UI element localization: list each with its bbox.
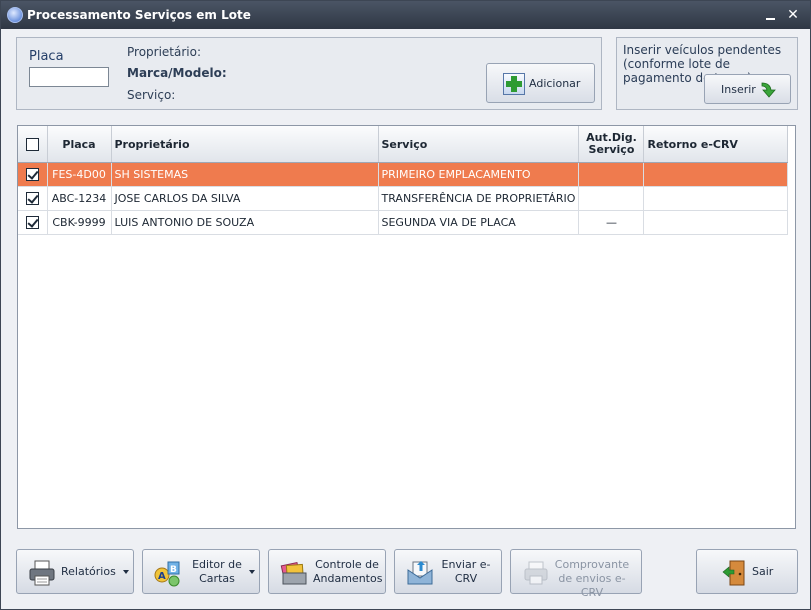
sair-label: Sair <box>752 565 774 578</box>
editor-cartas-dropdown-icon[interactable] <box>249 570 255 574</box>
adicionar-label: Adicionar <box>529 77 581 90</box>
editor-cartas-label: Editor de Cartas <box>192 558 242 585</box>
relatorios-label: Relatórios <box>61 565 116 578</box>
controle-andamentos-label: Controle de Andamentos <box>313 558 383 585</box>
row-check-cell[interactable] <box>18 186 48 211</box>
comprovante-envios-button[interactable]: Comprovante de envios e-CRV <box>510 549 642 599</box>
cell-placa: CBK-9999 <box>47 210 112 235</box>
select-all-checkbox[interactable] <box>25 137 39 151</box>
sair-button[interactable]: Sair <box>696 549 798 594</box>
header-retorno-ecrv[interactable]: Retorno e-CRV <box>643 126 789 163</box>
close-button[interactable]: ✕ <box>784 6 802 24</box>
enviar-ecrv-button[interactable]: Enviar e-CRV <box>394 549 502 594</box>
editor-cartas-button[interactable]: A B Editor de Cartas <box>142 549 260 594</box>
services-table: Placa Proprietário Serviço Aut.Dig. Serv… <box>18 126 789 235</box>
relatorios-dropdown-icon[interactable] <box>123 570 129 574</box>
app-icon <box>7 7 23 23</box>
row-check-cell[interactable] <box>18 210 48 235</box>
table-header-row: Placa Proprietário Serviço Aut.Dig. Serv… <box>18 126 789 163</box>
servico-label: Serviço: <box>127 88 176 102</box>
minimize-button[interactable] <box>762 6 780 24</box>
svg-text:A: A <box>158 571 166 582</box>
cell-retorno <box>643 162 789 187</box>
table-row[interactable]: ABC-1234 JOSE CARLOS DA SILVA TRANSFERÊN… <box>18 186 789 211</box>
cell-retorno <box>643 210 789 235</box>
row-checkbox[interactable] <box>25 192 39 206</box>
adicionar-button[interactable]: Adicionar <box>486 63 595 103</box>
table-row[interactable]: CBK-9999 LUIS ANTONIO DE SOUZA SEGUNDA V… <box>18 210 789 235</box>
cell-aut <box>578 186 645 211</box>
cell-retorno <box>643 186 789 211</box>
controle-andamentos-button[interactable]: Controle de Andamentos <box>268 549 386 594</box>
comprovante-envios-label: Comprovante de envios e-CRV <box>554 558 630 599</box>
folders-icon <box>280 561 307 585</box>
header-placa[interactable]: Placa <box>47 126 112 163</box>
send-icon <box>407 561 433 585</box>
letters-icon: A B <box>154 561 180 587</box>
app-window: Processamento Serviços em Lote ✕ Placa P… <box>0 0 811 610</box>
title-bar: Processamento Serviços em Lote ✕ <box>1 1 810 29</box>
cell-proprietario: SH SISTEMAS <box>111 162 379 187</box>
enviar-ecrv-label: Enviar e-CRV <box>441 558 491 585</box>
printer-disabled-icon <box>524 561 548 585</box>
window-title: Processamento Serviços em Lote <box>27 8 251 22</box>
green-arrow-icon <box>761 82 776 98</box>
inserir-button[interactable]: Inserir <box>704 74 791 104</box>
marca-modelo-label: Marca/Modelo: <box>127 66 227 80</box>
placa-input[interactable] <box>29 67 109 87</box>
cell-proprietario: LUIS ANTONIO DE SOUZA <box>111 210 379 235</box>
cell-servico: PRIMEIRO EMPLACAMENTO <box>378 162 580 187</box>
cell-servico: SEGUNDA VIA DE PLACA <box>378 210 580 235</box>
placa-label: Placa <box>29 49 64 64</box>
row-checkbox[interactable] <box>25 168 39 182</box>
cell-placa: FES-4D00 <box>47 162 112 187</box>
cell-aut <box>578 162 645 187</box>
svg-text:B: B <box>170 565 177 575</box>
cell-placa: ABC-1234 <box>47 186 112 211</box>
relatorios-button[interactable]: Relatórios <box>16 549 134 594</box>
exit-door-icon <box>722 560 745 586</box>
header-proprietario[interactable]: Proprietário <box>111 126 379 163</box>
proprietario-label: Proprietário: <box>127 45 202 59</box>
printer-icon <box>29 560 55 586</box>
header-servico[interactable]: Serviço <box>378 126 580 163</box>
table-row[interactable]: FES-4D00 SH SISTEMAS PRIMEIRO EMPLACAMEN… <box>18 162 789 187</box>
row-check-cell[interactable] <box>18 162 48 187</box>
cell-servico: TRANSFERÊNCIA DE PROPRIETÁRIO <box>378 186 580 211</box>
services-grid[interactable]: Placa Proprietário Serviço Aut.Dig. Serv… <box>17 125 796 529</box>
select-all-cell[interactable] <box>18 126 48 163</box>
header-aut-dig-servico[interactable]: Aut.Dig. Serviço <box>578 126 645 163</box>
cell-proprietario: JOSE CARLOS DA SILVA <box>111 186 379 211</box>
add-icon <box>503 73 525 95</box>
inserir-label: Inserir <box>721 83 756 96</box>
cell-aut: — <box>578 210 645 235</box>
row-checkbox[interactable] <box>25 216 39 230</box>
